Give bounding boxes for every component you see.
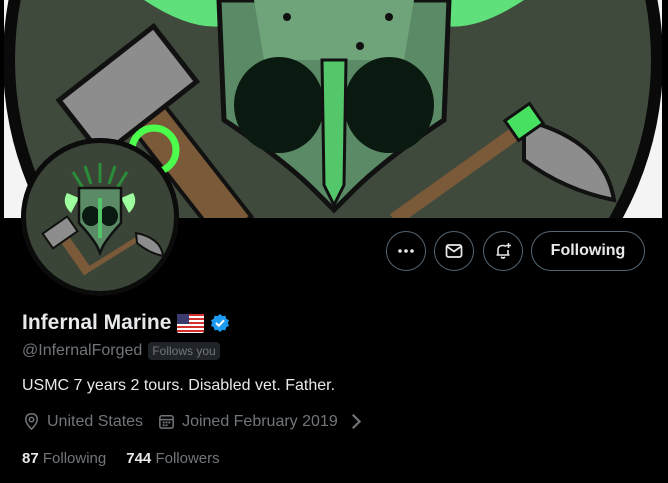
following-button[interactable]: Following	[531, 231, 645, 271]
joined-text: Joined February 2019	[182, 412, 338, 430]
followers-count-link[interactable]: 744 Followers	[126, 450, 219, 467]
location-pin-icon	[25, 413, 38, 431]
us-flag-icon	[177, 313, 205, 333]
joined-item[interactable]: Joined February 2019	[157, 412, 365, 431]
following-count: 87	[22, 450, 39, 467]
message-button[interactable]	[434, 231, 474, 271]
more-icon	[398, 249, 414, 253]
chevron-right-icon	[351, 413, 361, 430]
follows-you-badge: Follows you	[148, 342, 220, 360]
followers-count: 744	[126, 450, 152, 467]
location-text: United States	[47, 412, 144, 430]
location-item: United States	[22, 412, 143, 431]
handle-row: @InfernalForged Follows you	[22, 342, 220, 360]
verified-badge-icon[interactable]	[210, 313, 230, 333]
following-count-link[interactable]: 87 Following	[22, 450, 106, 467]
handle: @InfernalForged	[22, 342, 143, 359]
profile-meta: United States Joined February 2019	[22, 412, 379, 431]
display-name: Infernal Marine	[22, 311, 172, 334]
notification-bell-icon	[496, 243, 511, 259]
avatar-image	[21, 138, 179, 296]
message-icon	[445, 244, 463, 258]
calendar-icon	[159, 415, 174, 429]
notifications-button[interactable]	[483, 231, 523, 271]
name-row: Infernal Marine	[22, 311, 230, 335]
following-label: Following	[42, 450, 107, 467]
more-button[interactable]	[386, 231, 426, 271]
followers-label: Followers	[155, 450, 220, 467]
follow-counts: 87 Following 744 Followers	[22, 450, 240, 467]
profile-avatar[interactable]	[21, 138, 179, 296]
bio: USMC 7 years 2 tours. Disabled vet. Fath…	[22, 377, 336, 394]
